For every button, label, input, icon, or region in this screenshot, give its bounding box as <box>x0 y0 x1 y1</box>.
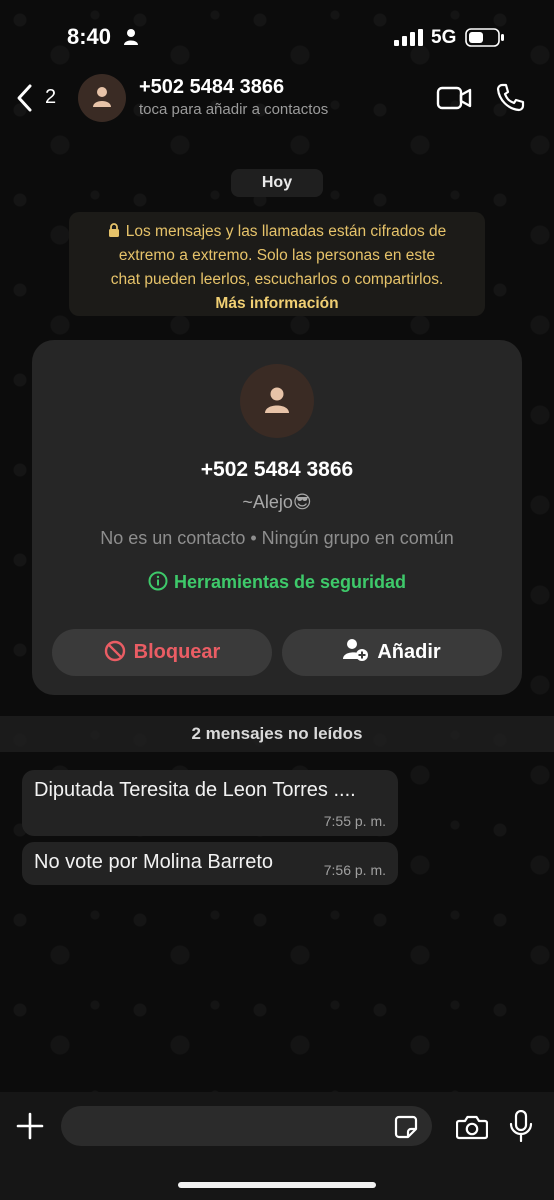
info-icon <box>148 571 168 591</box>
message-text: No vote por Molina Barreto <box>34 851 274 873</box>
status-bar: 8:40 5G <box>0 0 554 70</box>
camera-icon[interactable] <box>456 1114 488 1140</box>
message-input[interactable] <box>61 1106 432 1146</box>
encryption-notice[interactable]: Los mensajes y las llamadas están cifrad… <box>69 212 485 316</box>
message-time: 7:56 p. m. <box>323 862 386 878</box>
video-call-icon[interactable] <box>436 85 473 111</box>
block-icon <box>104 640 125 662</box>
encryption-text-line-1: Los mensajes y las llamadas están cifrad… <box>125 223 447 240</box>
add-button-label: Añadir <box>377 641 441 663</box>
card-contact-status: No es un contacto • Ningún grupo en comú… <box>100 528 454 548</box>
message-text: Diputada Teresita de Leon Torres .... <box>34 779 356 801</box>
message-bubble[interactable]: Diputada Teresita de Leon Torres .... 7:… <box>22 770 398 836</box>
avatar-icon <box>265 387 289 413</box>
contact-subtitle[interactable]: toca para añadir a contactos <box>139 101 328 118</box>
avatar-icon <box>93 87 111 107</box>
encryption-notice-line: Los mensajes y las llamadas están cifrad… <box>69 220 485 244</box>
card-alias: ~Alejo😎 <box>242 492 312 512</box>
chat-header: 2 +502 5484 3866 toca para añadir a cont… <box>0 70 554 130</box>
unread-messages-divider: 2 mensajes no leídos <box>0 716 554 752</box>
home-indicator[interactable] <box>178 1182 376 1188</box>
back-chevron-icon[interactable] <box>14 83 36 113</box>
card-phone-number: +502 5484 3866 <box>200 458 354 481</box>
plus-icon[interactable] <box>16 1112 44 1140</box>
add-contact-button[interactable]: Añadir <box>282 629 502 676</box>
safety-tools-link[interactable]: Herramientas de seguridad <box>32 571 522 593</box>
block-button-label: Bloquear <box>133 641 221 663</box>
date-separator: Hoy <box>231 169 323 197</box>
message-time: 7:55 p. m. <box>323 813 386 829</box>
more-info-link[interactable]: Más información <box>69 292 485 316</box>
card-avatar <box>240 364 314 438</box>
signal-icon <box>394 29 423 46</box>
add-person-icon <box>343 639 369 661</box>
contact-avatar[interactable] <box>78 74 126 122</box>
safety-tools-label: Herramientas de seguridad <box>173 572 407 592</box>
battery-icon <box>465 28 504 47</box>
message-bubble[interactable]: No vote por Molina Barreto 7:56 p. m. <box>22 842 398 885</box>
block-button[interactable]: Bloquear <box>52 629 272 676</box>
status-time: 8:40 <box>67 24 112 49</box>
encryption-text-line-3: chat pueden leerlos, escucharlos o compa… <box>110 271 444 288</box>
unread-chats-count[interactable]: 2 <box>45 86 56 109</box>
contact-name[interactable]: +502 5484 3866 <box>139 76 284 99</box>
encryption-text-line-2: extremo a extremo. Solo las personas en … <box>118 247 436 264</box>
phone-call-icon[interactable] <box>495 82 525 112</box>
microphone-icon[interactable] <box>509 1110 533 1142</box>
network-label: 5G <box>431 27 457 48</box>
sticker-icon[interactable] <box>394 1115 418 1139</box>
unknown-contact-card: +502 5484 3866 ~Alejo😎 No es un contacto… <box>32 340 522 695</box>
message-composer <box>0 1092 554 1200</box>
lock-icon <box>108 223 119 237</box>
person-icon <box>124 29 138 45</box>
